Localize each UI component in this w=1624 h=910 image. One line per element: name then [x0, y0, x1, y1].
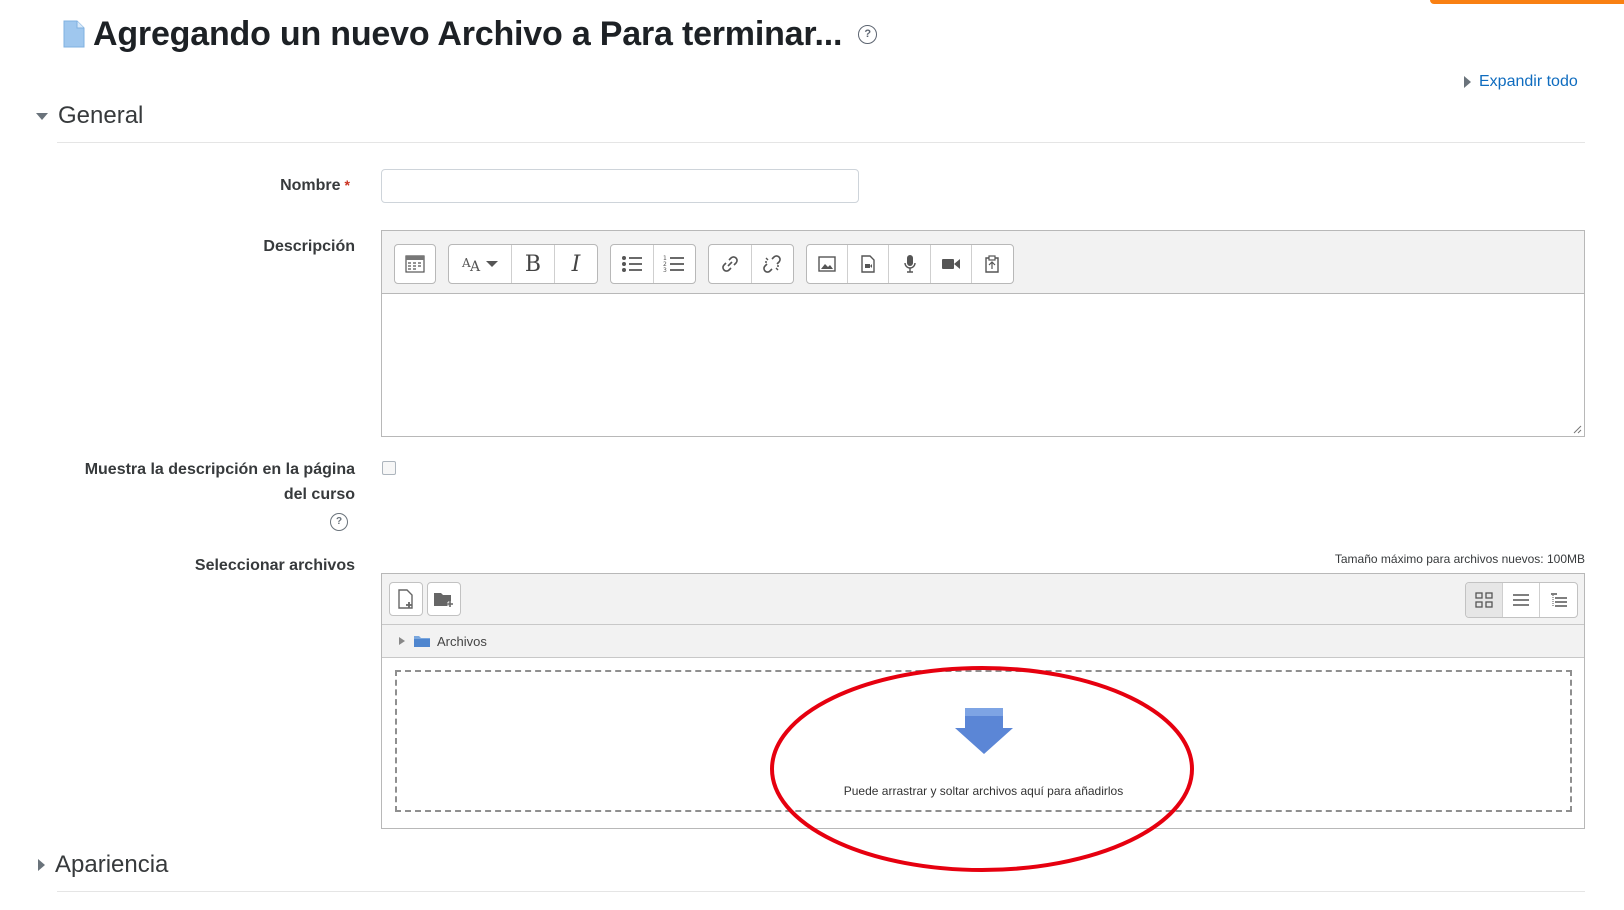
link-icon[interactable] — [709, 245, 752, 283]
manage-files-icon[interactable] — [972, 245, 1013, 283]
record-video-icon[interactable] — [931, 245, 972, 283]
caret-down-icon — [36, 112, 48, 120]
caret-right-icon — [1464, 76, 1471, 88]
description-label: Descripción — [263, 238, 355, 255]
list-view-icon[interactable] — [1503, 583, 1540, 617]
unlink-icon[interactable] — [752, 245, 794, 283]
record-audio-icon[interactable] — [889, 245, 931, 283]
section-apariencia-title: Apariencia — [55, 851, 169, 878]
add-file-icon — [398, 589, 413, 609]
folder-add-icon — [434, 593, 453, 607]
font-style-icon[interactable]: AA — [449, 245, 512, 283]
view-mode-toggle — [1465, 582, 1578, 618]
required-icon: * — [344, 177, 350, 193]
folder-icon — [414, 636, 430, 647]
description-editor: AA B I 123 — [381, 230, 1585, 437]
top-accent-bar — [1430, 0, 1624, 4]
icons-view-icon[interactable] — [1466, 583, 1503, 617]
max-size-info: Tamaño máximo para archivos nuevos: 100M… — [1334, 552, 1585, 566]
page-title: Agregando un nuevo Archivo a Para termin… — [63, 14, 878, 54]
section-general-header[interactable]: General — [36, 102, 143, 130]
file-manager-path: Archivos — [382, 625, 1584, 658]
editor-toolbar: AA B I 123 — [382, 231, 1584, 294]
add-file-button[interactable] — [389, 582, 423, 616]
create-folder-button[interactable] — [427, 582, 461, 616]
caret-right-icon — [38, 859, 45, 871]
name-input[interactable] — [381, 169, 859, 203]
file-manager-toolbar — [382, 574, 1584, 625]
italic-icon[interactable]: I — [555, 245, 597, 283]
numbered-list-icon[interactable]: 123 — [654, 245, 696, 283]
toolbar-group-5 — [806, 244, 1014, 284]
bullet-list-icon[interactable] — [611, 245, 654, 283]
expand-all-link[interactable]: Expandir todo — [1464, 73, 1578, 91]
toolbar-group-1 — [394, 244, 436, 284]
editor-content-area[interactable] — [382, 294, 1584, 436]
toolbar-group-3: 123 — [610, 244, 696, 284]
name-label-text: Nombre — [280, 177, 341, 194]
expand-all-label: Expandir todo — [1479, 73, 1578, 90]
help-icon[interactable]: ? — [858, 24, 878, 44]
toggle-toolbar-icon[interactable] — [395, 245, 435, 283]
tree-view-icon[interactable] — [1540, 583, 1577, 617]
bold-icon[interactable]: B — [512, 245, 555, 283]
toolbar-group-4 — [708, 244, 794, 284]
resize-grip-icon[interactable] — [1572, 424, 1582, 434]
show-description-label: Muestra la descripción en la página del … — [40, 457, 355, 507]
show-description-label-line1: Muestra la descripción en la página — [84, 461, 355, 478]
page-title-text: Agregando un nuevo Archivo a Para termin… — [93, 14, 843, 53]
svg-text:A: A — [469, 259, 481, 274]
toolbar-group-2: AA B I — [448, 244, 598, 284]
annotation-ellipse — [770, 666, 1194, 872]
show-description-label-line2: del curso — [283, 486, 355, 503]
section-divider — [57, 891, 1585, 892]
name-label: Nombre * — [150, 177, 350, 195]
caret-right-icon[interactable] — [397, 636, 407, 646]
section-general-title: General — [58, 102, 144, 129]
section-apariencia-header[interactable]: Apariencia — [38, 851, 168, 879]
svg-text:3: 3 — [663, 267, 667, 274]
media-icon[interactable] — [848, 245, 890, 283]
section-divider — [57, 142, 1585, 143]
help-icon[interactable]: ? — [330, 513, 348, 531]
path-folder-name[interactable]: Archivos — [437, 634, 487, 649]
show-description-checkbox[interactable] — [382, 461, 396, 475]
image-icon[interactable] — [807, 245, 849, 283]
files-label: Seleccionar archivos — [194, 557, 355, 574]
document-icon — [63, 20, 85, 48]
